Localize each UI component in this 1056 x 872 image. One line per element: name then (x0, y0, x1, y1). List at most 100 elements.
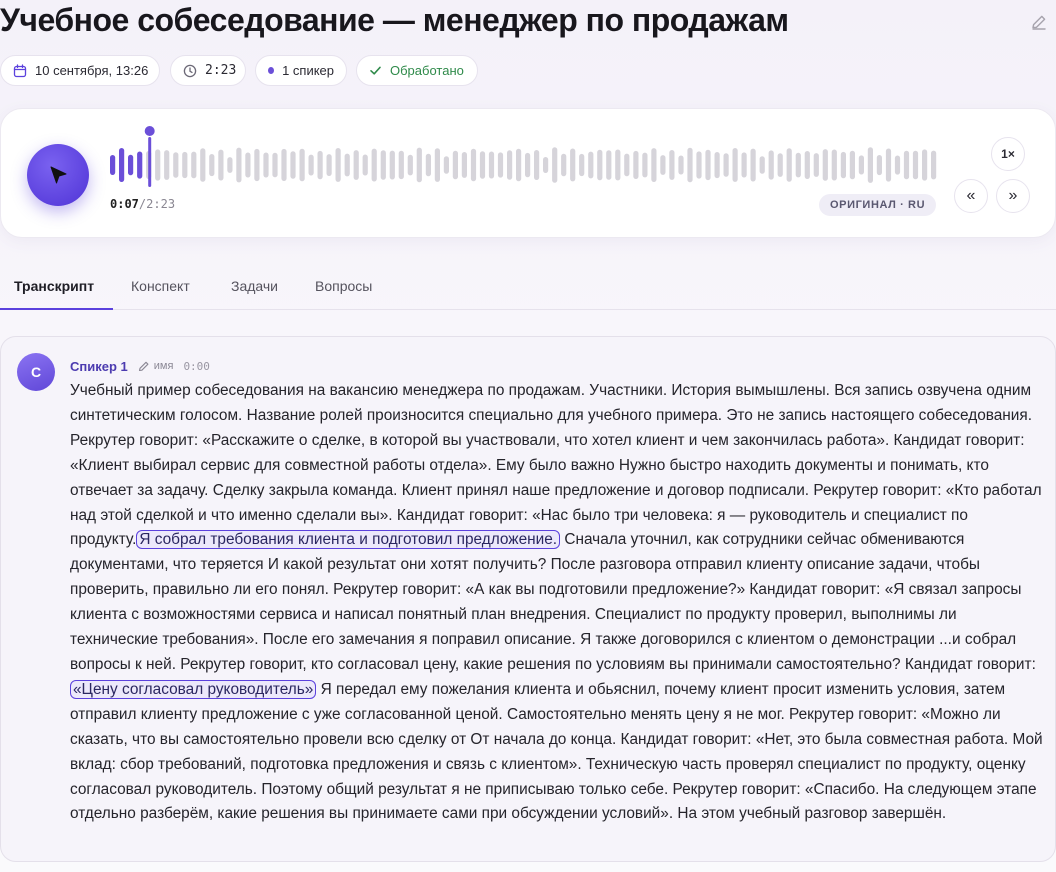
waveform-bar (308, 154, 314, 176)
waveform-bar (561, 153, 567, 177)
waveform-bar (254, 148, 260, 182)
tab-summary[interactable]: Конспект (131, 278, 190, 294)
calendar-icon (13, 63, 27, 77)
waveform-bar (534, 150, 540, 180)
tab-tasks[interactable]: Задачи (231, 278, 278, 294)
waveform-bar (443, 156, 449, 174)
waveform-bar (588, 151, 594, 179)
date-chip: 10 сентября, 13:26 (0, 55, 160, 86)
waveform-bar (651, 148, 657, 182)
speed-button[interactable]: 1× (991, 137, 1025, 171)
waveform-bar (579, 153, 585, 177)
edit-icon[interactable] (1030, 13, 1048, 31)
speaker-name[interactable]: Спикер 1 (70, 359, 128, 374)
waveform-bar (615, 149, 621, 181)
rename-label: имя (153, 360, 174, 372)
waveform-bar (461, 152, 467, 178)
waveform-bar (669, 150, 675, 180)
forward-button[interactable]: » (996, 179, 1030, 213)
waveform-bar (849, 150, 855, 180)
waveform[interactable] (109, 125, 939, 189)
avatar: С (17, 353, 55, 391)
waveform-bar (696, 151, 702, 179)
waveform-bar (922, 149, 928, 181)
time-display: 0:07/2:23 (110, 197, 175, 211)
waveform-bar (416, 147, 422, 183)
segment-timestamp[interactable]: 0:00 (183, 360, 210, 373)
waveform-bar (633, 150, 639, 179)
waveform-bar (750, 148, 756, 182)
waveform-bar (912, 150, 919, 180)
waveform-bar (759, 156, 765, 174)
waveform-bar (425, 153, 431, 177)
waveform-bar (867, 147, 873, 183)
active-tab-indicator (0, 308, 113, 310)
waveform-bar (543, 157, 549, 173)
transcript-text: Учебный пример собеседования на вакансию… (70, 379, 1046, 827)
date-text: 10 сентября, 13:26 (35, 63, 149, 78)
waveform-bar (470, 148, 477, 182)
current-time: 0:07 (110, 197, 139, 211)
play-button[interactable] (27, 144, 89, 206)
transcript-text-part: Сначала уточнил, как сотрудники сейчас о… (70, 531, 1036, 673)
waveform-bar (597, 149, 603, 181)
waveform-bar (705, 149, 711, 181)
waveform-bar (218, 149, 224, 181)
waveform-bar (723, 153, 729, 177)
transcript-text-part: Учебный пример собеседования на вакансию… (70, 382, 1042, 549)
waveform-bar (452, 150, 458, 180)
duration-text: 2:23 (205, 63, 237, 78)
waveform-bar (272, 152, 278, 178)
waveform-bar (777, 153, 783, 177)
transcript-segment: С Спикер 1 имя 0:00 Учебный пример собес… (0, 336, 1056, 862)
waveform-bar (191, 151, 197, 179)
waveform-bar (110, 155, 116, 175)
waveform-bar (786, 148, 792, 182)
tab-questions[interactable]: Вопросы (315, 278, 372, 294)
waveform-bar (732, 148, 738, 182)
waveform-bar (516, 148, 522, 182)
tab-transcript[interactable]: Транскрипт (14, 278, 94, 294)
speakers-text: 1 спикер (282, 63, 334, 78)
waveform-bar (858, 155, 864, 175)
waveform-bar (606, 150, 612, 180)
waveform-bar (804, 151, 810, 179)
waveform-bar (903, 150, 910, 180)
waveform-bar (344, 153, 350, 177)
waveform-bar (822, 149, 828, 181)
waveform-bar (263, 152, 269, 178)
playhead-line[interactable] (148, 137, 152, 187)
highlight-span[interactable]: «Цену согласовал руководитель» (70, 679, 317, 699)
waveform-bar (570, 148, 576, 182)
waveform-bar (714, 152, 720, 179)
speakers-chip: 1 спикер (255, 55, 347, 86)
clock-icon (183, 64, 197, 77)
waveform-bar (660, 155, 666, 175)
rewind-button[interactable]: « (954, 179, 988, 213)
waveform-bar (813, 153, 819, 177)
waveform-bar (389, 150, 395, 180)
waveform-bar (119, 148, 125, 182)
waveform-bar (227, 157, 233, 173)
waveform-bar (326, 154, 332, 176)
total-time: 2:23 (146, 197, 176, 211)
waveform-bar (840, 151, 846, 179)
status-badge: Обработано (356, 55, 478, 86)
waveform-bar (245, 152, 251, 178)
highlight-span[interactable]: Я собрал требования клиента и подготовил… (136, 530, 561, 550)
pencil-icon (138, 361, 149, 372)
language-badge[interactable]: ОРИГИНАЛ · RU (819, 194, 937, 216)
playhead-handle[interactable] (144, 126, 155, 136)
waveform-bar (552, 147, 558, 183)
waveform-bar (687, 147, 693, 183)
waveform-bar (380, 150, 386, 180)
transcript-text-part: Я передал ему пожелания клиента и обьясн… (70, 680, 1043, 823)
waveform-bar (209, 154, 215, 177)
waveform-bar (642, 152, 648, 178)
waveform-bar (434, 148, 440, 182)
waveform-bar (236, 147, 242, 183)
cursor-play-icon (50, 166, 67, 184)
tab-bar: Транскрипт Конспект Задачи Вопросы (0, 268, 1056, 310)
rename-speaker-button[interactable]: имя (138, 360, 174, 372)
waveform-bar (488, 151, 495, 179)
